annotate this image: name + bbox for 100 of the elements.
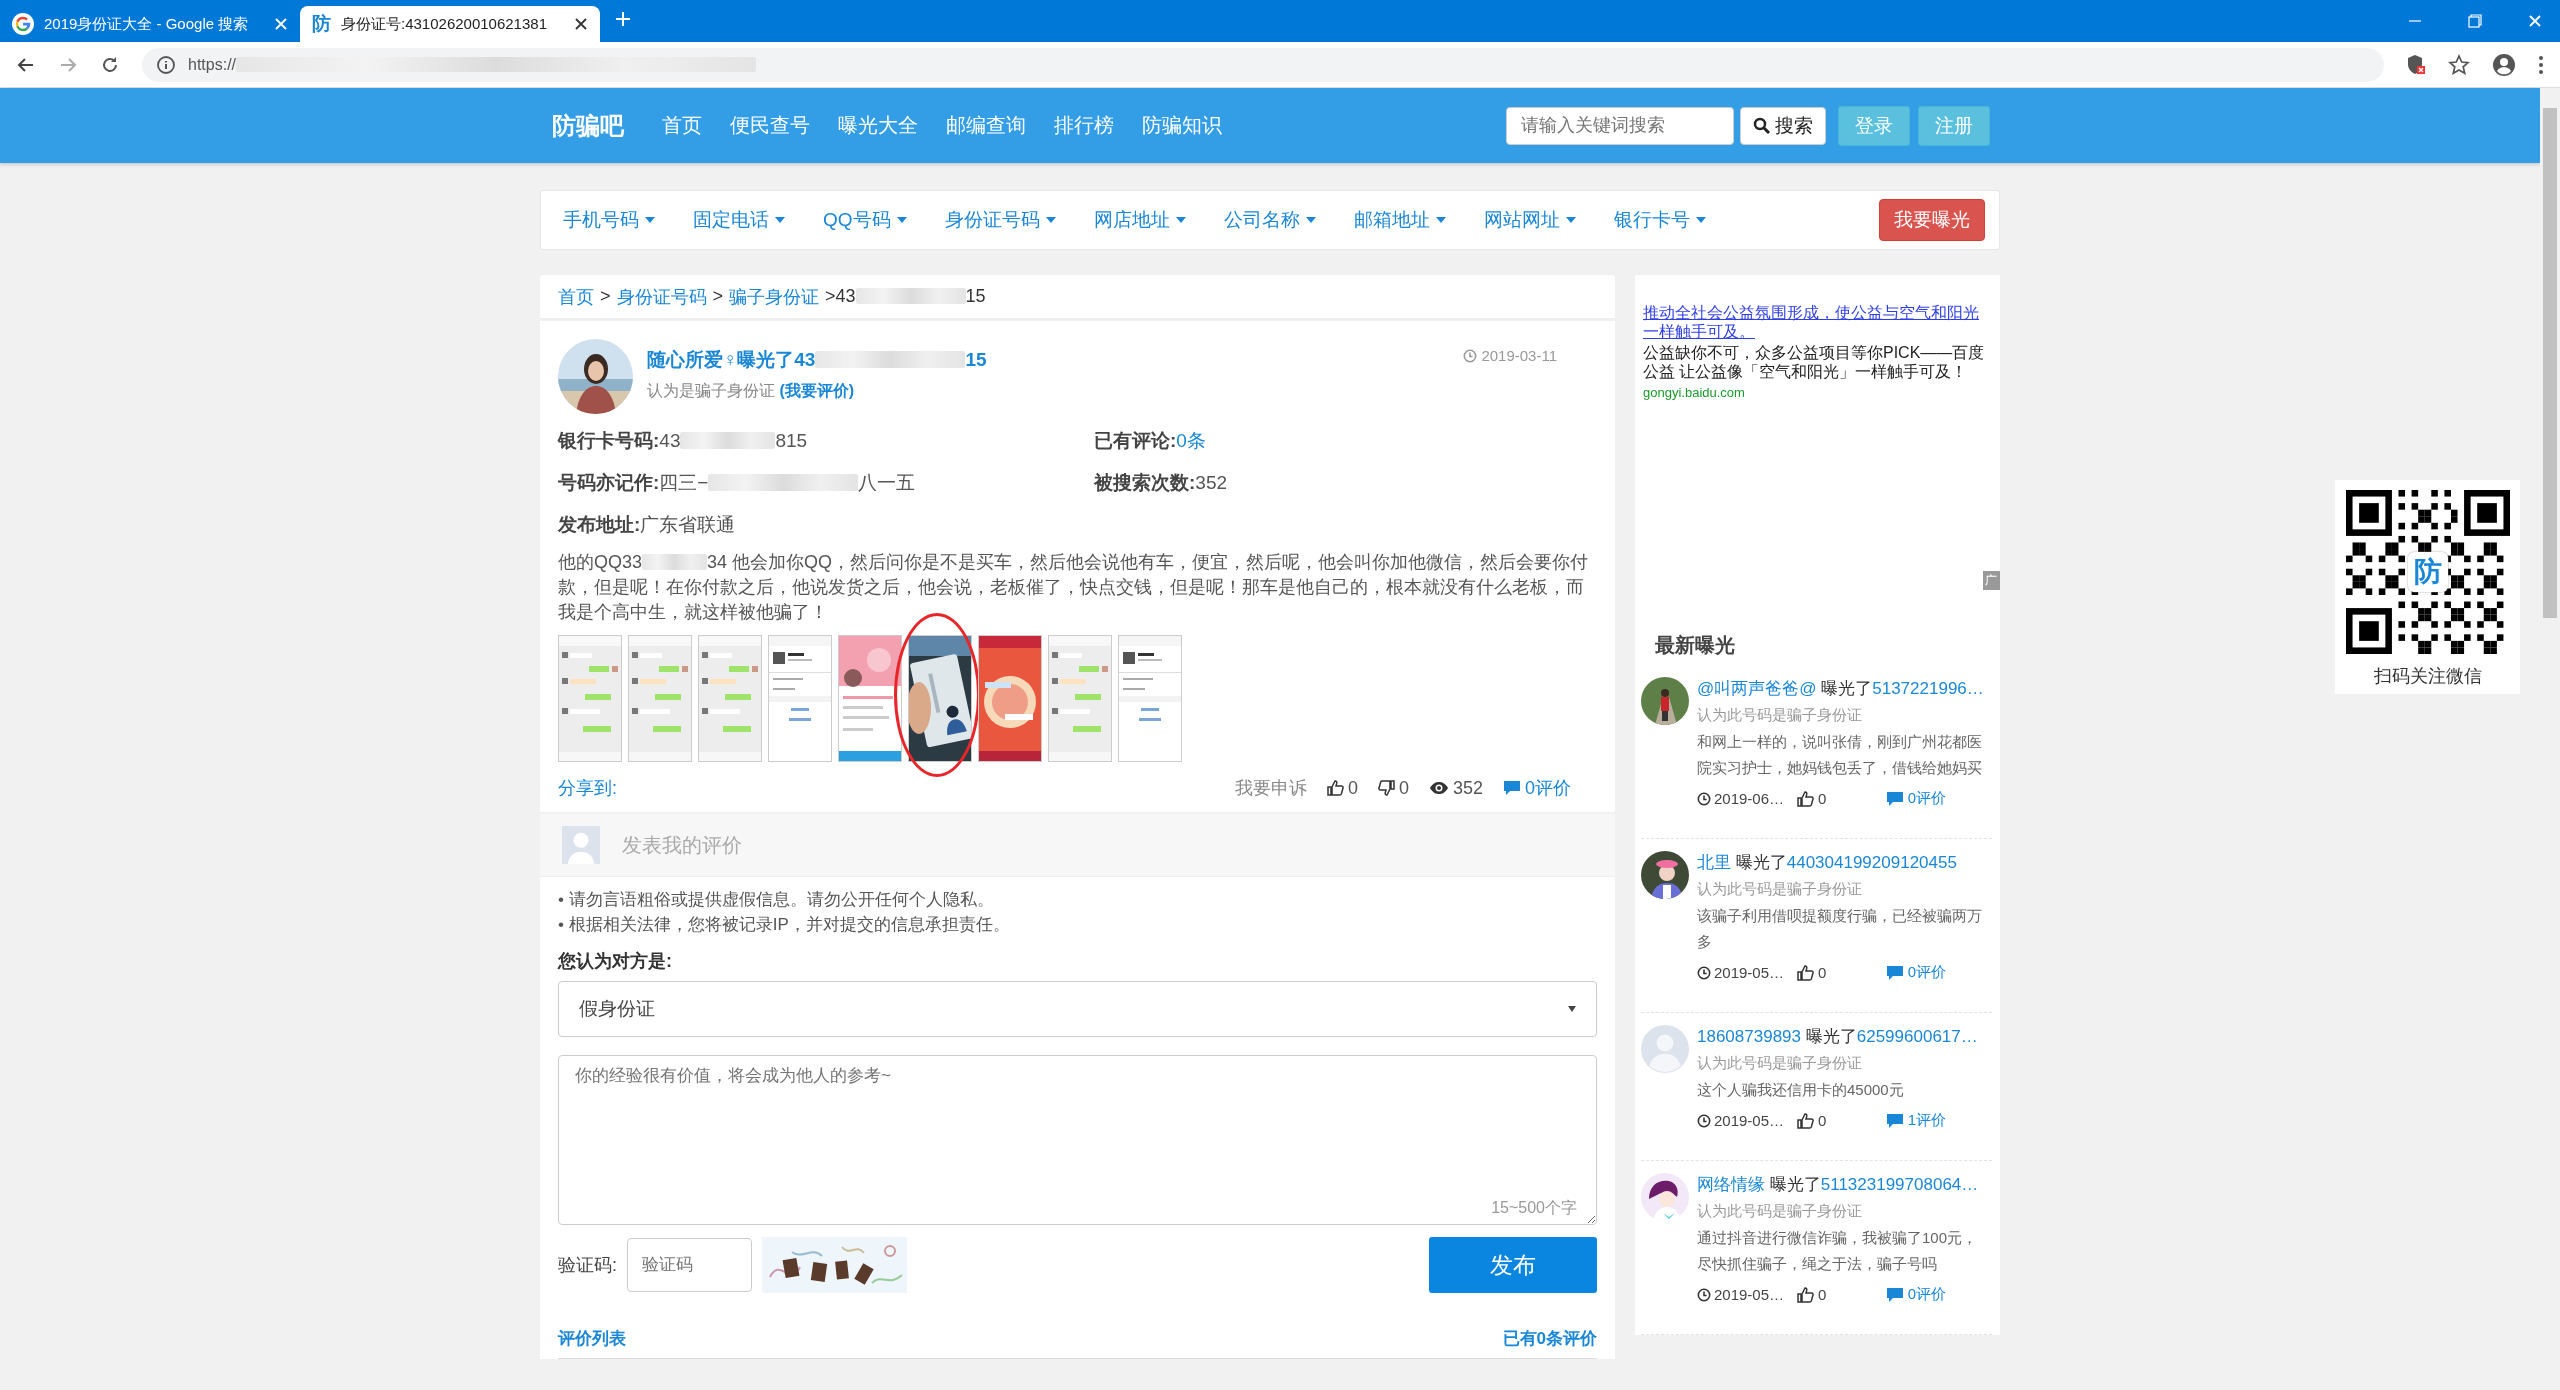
register-button[interactable]: 注册 (1918, 105, 1990, 146)
comment-button[interactable]: 0评价 (1503, 776, 1571, 800)
close-icon[interactable] (574, 17, 588, 31)
notice-text: • 根据相关法律，您将被记录IP，并对提交的信息承担责任。 (558, 914, 1011, 936)
nav-link[interactable]: 首页 (648, 112, 716, 139)
category-menu[interactable]: 邮箱地址 (1353, 207, 1446, 233)
number-link[interactable]: 440304199209120455 (1786, 853, 1957, 872)
ad-link[interactable]: 推动全社会公益氛围形成，使公益与空气和阳光一样触手可及。 (1643, 303, 1992, 341)
exposure-date: 2019-05… (1714, 1112, 1785, 1129)
comment-icon (1885, 964, 1904, 981)
captcha-label: 验证码: (558, 1254, 617, 1277)
breadcrumb-link[interactable]: 骗子身份证 (729, 284, 820, 309)
dislike-button[interactable]: 0 (1377, 777, 1409, 799)
post-date: 2019-03-11 (1481, 347, 1557, 364)
category-menu[interactable]: QQ号码 (823, 207, 907, 233)
search-button[interactable]: 搜索 (1740, 106, 1826, 145)
thumbs-down-icon (1377, 780, 1395, 796)
category-menu[interactable]: 网站网址 (1483, 207, 1576, 233)
exposure-verdict: 认为此号码是骗子身份证 (1697, 880, 1863, 899)
google-icon (12, 13, 34, 35)
thumbs-up-icon (1797, 790, 1815, 807)
site-logo: 防骗吧 (552, 110, 624, 141)
share-link[interactable]: 分享到: (558, 776, 617, 800)
submit-button[interactable]: 发布 (1429, 1237, 1597, 1293)
number-link[interactable]: 5137221996… (1872, 679, 1984, 698)
caret-icon (1175, 217, 1186, 223)
comment-link[interactable]: 1评价 (1885, 1111, 1946, 1130)
eye-icon (1428, 781, 1449, 795)
login-button[interactable]: 登录 (1838, 105, 1910, 146)
captcha-field[interactable]: 验证码 (627, 1238, 752, 1292)
category-menu[interactable]: 网店地址 (1093, 207, 1186, 233)
number-link[interactable]: 62599600617… (1856, 1027, 1978, 1046)
new-tab-icon[interactable] (614, 10, 632, 28)
category-menu[interactable]: 银行卡号 (1613, 207, 1706, 233)
field-value[interactable]: 0条 (1176, 430, 1206, 451)
caret-icon (645, 217, 655, 223)
field-value: 四三− 八一五 (659, 472, 916, 493)
info-icon[interactable] (156, 54, 176, 75)
category-menu[interactable]: 身份证号码 (944, 207, 1056, 233)
nav-link[interactable]: 便民查号 (716, 112, 824, 139)
breadcrumb-separator: > (712, 286, 724, 307)
exposure-text: 通过抖音进行微信诈骗，我被骗了100元，尽快抓住骗子，绳之于法，骗子号吗 (1697, 1228, 1979, 1274)
type-select[interactable]: 假身份证 (558, 981, 1597, 1037)
thumbs-up-icon (1797, 1112, 1815, 1129)
comment-link[interactable]: 0评价 (1885, 789, 1946, 808)
caret-icon (775, 217, 785, 223)
caret-icon (1695, 217, 1706, 223)
section-title: 最新曝光 (1654, 633, 1736, 658)
exposure-date: 2019-06… (1714, 790, 1785, 807)
post-body: 他的QQ33 34 他会加你QQ，然后问你是不是买车，然后他会说他有车，便宜，然后呢，他会叫你加他微信，然后会要你付款，但是呢！在你付款之后，他说发货之后，他会说，老板催了，快点交钱，但是呢！那车是他自己的，根本就没有什么老板，而我是个高中生，就这样被他骗了！ (558, 551, 1590, 624)
nav-link[interactable]: 防骗知识 (1128, 112, 1236, 139)
exposure-title: @叫两声爸爸@ 曝光了5137221996… (1697, 678, 1985, 700)
browser-tab[interactable]: 2019身份证大全 - Google 搜索 (0, 6, 300, 42)
nav-link[interactable]: 曝光大全 (824, 112, 932, 139)
caret-icon (896, 217, 907, 223)
caret-icon (1568, 1006, 1576, 1012)
category-menu[interactable]: 公司名称 (1223, 207, 1316, 233)
shield-icon[interactable] (2406, 53, 2426, 76)
field-label: 发布地址: (558, 514, 641, 535)
user-link[interactable]: 18608739893 (1697, 1027, 1801, 1046)
breadcrumb-link[interactable]: 身份证号码 (616, 284, 707, 309)
number-link[interactable]: 511323199708064… (1820, 1175, 1979, 1194)
notice-text: • 请勿言语粗俗或提供虚假信息。请勿公开任何个人隐私。 (558, 889, 995, 911)
user-link[interactable]: 北里 (1697, 853, 1731, 872)
nav-link[interactable]: 排行榜 (1040, 112, 1128, 139)
menu-icon[interactable] (2538, 54, 2544, 75)
account-icon[interactable] (2492, 52, 2516, 77)
ad-text: 公益缺你不可，众多公益项目等你PICK——百度公益 让公益像「空气和阳光」一样触手可及！ (1643, 343, 1986, 381)
user-link[interactable]: 网络情缘 (1697, 1175, 1765, 1194)
address-field[interactable]: https:// (142, 47, 2384, 82)
like-button[interactable]: 0 (1326, 777, 1358, 799)
exposure-text: 该骗子利用借呗提额度行骗，已经被骗两万多 (1697, 906, 1983, 952)
comment-list-link[interactable]: 评价列表 (558, 1327, 626, 1350)
nav-link[interactable]: 邮编查询 (932, 112, 1040, 139)
expose-button[interactable]: 我要曝光 (1879, 199, 1985, 241)
comment-link[interactable]: 0评价 (1885, 1285, 1946, 1304)
comment-count-link[interactable]: 已有0条评价 (1502, 1327, 1597, 1350)
search-field[interactable]: 请输入关键词搜索 (1506, 106, 1734, 145)
comment-icon (1885, 790, 1904, 807)
exposure-verdict: 认为此号码是骗子身份证 (1697, 706, 1863, 725)
category-menu[interactable]: 手机号码 (563, 207, 655, 233)
appeal-link[interactable]: 我要申诉 (1234, 776, 1307, 800)
breadcrumb-link[interactable]: 首页 (558, 284, 594, 309)
category-menu[interactable]: 固定电话 (693, 207, 785, 233)
rate-link[interactable]: (我要评价) (779, 382, 855, 399)
post-title: 随心所爱♀曝光了43 15 (647, 348, 988, 372)
user-link[interactable]: @叫两声爸爸@ (1697, 679, 1817, 698)
star-icon[interactable] (2448, 53, 2470, 76)
browser-tab[interactable]: 防 身份证号:43102620010621381 (300, 6, 600, 42)
scrollbar[interactable] (2540, 88, 2560, 1390)
maximize-icon[interactable] (2468, 14, 2482, 28)
comment-link[interactable]: 0评价 (1885, 963, 1946, 982)
thumbs-up-icon (1326, 780, 1344, 796)
exposure-title: 18608739893 曝光了62599600617… (1697, 1026, 1979, 1048)
field-value: 广东省联通 (640, 514, 736, 535)
field-label: 银行卡号码: (558, 430, 660, 451)
exposure-verdict: 认为此号码是骗子身份证 (1697, 1054, 1863, 1073)
exposure-title: 北里 曝光了440304199209120455 (1697, 852, 1958, 874)
exposure-title: 网络情缘 曝光了511323199708064… (1697, 1174, 1980, 1196)
exposure-text: 这个人骗我还信用卡的45000元 (1697, 1080, 1905, 1100)
